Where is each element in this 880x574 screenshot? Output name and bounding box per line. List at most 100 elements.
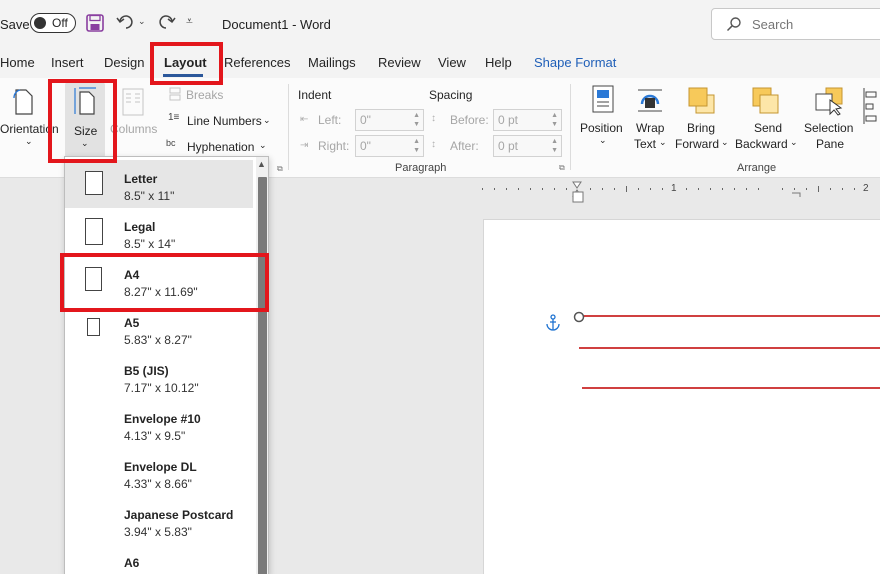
- indent-left-field[interactable]: 0" ▲ ▼: [355, 109, 424, 131]
- align-icon[interactable]: [862, 86, 878, 131]
- customize-toolbar-icon[interactable]: ⩡: [186, 14, 193, 29]
- send-backward-label-1: Send: [754, 121, 783, 135]
- autosave-label: Save: [0, 17, 30, 32]
- spacing-before-label: Before:: [450, 113, 489, 127]
- indent-right-field[interactable]: 0" ▲ ▼: [355, 135, 424, 157]
- wrap-text-label-2: Text: [634, 137, 657, 151]
- horizontal-ruler[interactable]: 1 2: [470, 180, 880, 198]
- drawn-lines: [579, 315, 880, 389]
- position-button[interactable]: Position ⌄: [578, 82, 628, 154]
- size-option-legal[interactable]: Legal 8.5" x 14": [65, 208, 253, 256]
- send-backward-chevron-icon: ⌄: [790, 137, 798, 147]
- title-bar: Save Off ⌄ ⩡ Document1 - Word: [0, 0, 880, 48]
- paper-size-icon: [87, 318, 100, 336]
- breaks-label[interactable]: Breaks: [186, 88, 223, 102]
- ruler-mark-1: 1: [671, 183, 677, 194]
- spin-arrows-icon[interactable]: ▲ ▼: [551, 111, 558, 129]
- orientation-chevron-icon: ⌄: [25, 136, 33, 146]
- spacing-after-value: 0 pt: [498, 139, 519, 153]
- indent-title: Indent: [298, 88, 332, 102]
- wrap-text-button[interactable]: Wrap Text ⌄: [632, 82, 672, 154]
- size-option-dims: 8.5" x 11": [124, 189, 175, 203]
- paper-size-icon: [85, 218, 103, 245]
- spacing-title: Spacing: [429, 88, 473, 102]
- columns-label: Columns: [110, 122, 158, 136]
- indent-right-icon: ⇥: [300, 140, 309, 151]
- scroll-up-icon[interactable]: ▲: [257, 159, 266, 169]
- size-option-dims: 7.17" x 10.12": [124, 381, 199, 395]
- autosave-state: Off: [52, 16, 68, 30]
- breaks-icon: [168, 87, 182, 106]
- wrap-text-chevron-icon: ⌄: [659, 137, 667, 147]
- selection-pane-label-1: Selection: [804, 121, 854, 135]
- size-option-name: B5 (JIS): [124, 364, 169, 378]
- spacing-before-icon: ↕: [431, 113, 436, 124]
- search-icon: [726, 16, 742, 37]
- toggle-knob: [34, 17, 46, 29]
- tab-home[interactable]: Home: [0, 55, 35, 70]
- tab-mailings[interactable]: Mailings: [308, 55, 356, 70]
- paragraph-launcher-icon[interactable]: ⧉: [559, 163, 565, 173]
- highlight-layout-tab: [150, 42, 223, 85]
- size-option-japanese-postcard[interactable]: Japanese Postcard 3.94" x 5.83": [65, 496, 253, 544]
- selection-pane-button[interactable]: Selection Pane: [802, 82, 860, 154]
- size-option-name: Letter: [124, 172, 158, 186]
- tab-references[interactable]: References: [224, 55, 290, 70]
- spin-arrows-icon[interactable]: ▲ ▼: [413, 111, 420, 129]
- page-setup-launcher-icon[interactable]: ⧉: [277, 164, 283, 174]
- size-option-envelope-dl[interactable]: Envelope DL 4.33" x 8.66": [65, 448, 253, 496]
- selection-pane-icon: [814, 86, 844, 121]
- tab-shape-format[interactable]: Shape Format: [534, 55, 616, 70]
- tab-insert[interactable]: Insert: [51, 55, 84, 70]
- send-backward-label-2: Backward: [735, 137, 788, 151]
- columns-icon: [122, 88, 144, 121]
- size-option-name: A5: [124, 316, 140, 330]
- undo-dropdown-icon[interactable]: ⌄: [138, 16, 146, 27]
- position-chevron-icon: ⌄: [599, 135, 607, 145]
- size-option-a6[interactable]: A6: [65, 544, 253, 574]
- tab-view[interactable]: View: [438, 55, 466, 70]
- ruler-mark-2: 2: [863, 183, 869, 194]
- scrollbar-thumb[interactable]: [258, 177, 267, 574]
- redo-icon[interactable]: [156, 13, 176, 36]
- search-box[interactable]: [711, 8, 880, 40]
- bring-forward-button[interactable]: Bring Forward ⌄: [673, 82, 731, 154]
- search-input[interactable]: [752, 17, 872, 32]
- size-option-b5-jis[interactable]: B5 (JIS) 7.17" x 10.12": [65, 352, 253, 400]
- save-icon[interactable]: [86, 14, 104, 37]
- size-option-name: Legal: [124, 220, 156, 234]
- undo-icon[interactable]: [116, 13, 136, 36]
- highlight-size-button: [48, 79, 117, 163]
- autosave-toggle[interactable]: Off: [30, 13, 76, 33]
- spacing-before-field[interactable]: 0 pt ▲ ▼: [493, 109, 562, 131]
- indent-left-icon: ⇤: [300, 114, 309, 125]
- tab-help[interactable]: Help: [485, 55, 512, 70]
- document-page[interactable]: [483, 219, 880, 574]
- send-backward-button[interactable]: Send Backward ⌄: [734, 82, 800, 154]
- spin-arrows-icon[interactable]: ▲ ▼: [413, 137, 420, 155]
- spacing-after-field[interactable]: 0 pt ▲ ▼: [493, 135, 562, 157]
- bring-forward-chevron-icon: ⌄: [721, 137, 729, 147]
- dropdown-scrollbar[interactable]: ▲: [256, 157, 268, 574]
- line-numbers-label[interactable]: Line Numbers: [187, 114, 262, 128]
- margin-marker-icon[interactable]: [572, 190, 584, 208]
- spacing-after-icon: ↕: [431, 139, 436, 150]
- hyphenation-label[interactable]: Hyphenation: [187, 140, 254, 154]
- size-option-dims: 4.13" x 9.5": [124, 429, 186, 443]
- size-option-envelope-10[interactable]: Envelope #10 4.13" x 9.5": [65, 400, 253, 448]
- spacing-before-value: 0 pt: [498, 113, 519, 127]
- size-option-name: Envelope #10: [124, 412, 201, 426]
- ribbon-tabs: Home Insert Design Layout References Mai…: [0, 48, 880, 78]
- indent-left-label: Left:: [318, 113, 342, 127]
- indent-right-label: Right:: [318, 139, 350, 153]
- line-numbers-chevron-icon: ⌄: [263, 115, 271, 125]
- tab-review[interactable]: Review: [378, 55, 421, 70]
- shape-handle-icon[interactable]: [573, 310, 585, 328]
- paper-size-icon: [85, 171, 103, 195]
- position-icon: [591, 84, 615, 119]
- highlight-a4-option: [60, 253, 269, 312]
- tab-design[interactable]: Design: [104, 55, 144, 70]
- paragraph-group-label: Paragraph: [395, 162, 447, 174]
- size-option-letter[interactable]: Letter 8.5" x 11": [65, 160, 253, 208]
- spin-arrows-icon[interactable]: ▲ ▼: [551, 137, 558, 155]
